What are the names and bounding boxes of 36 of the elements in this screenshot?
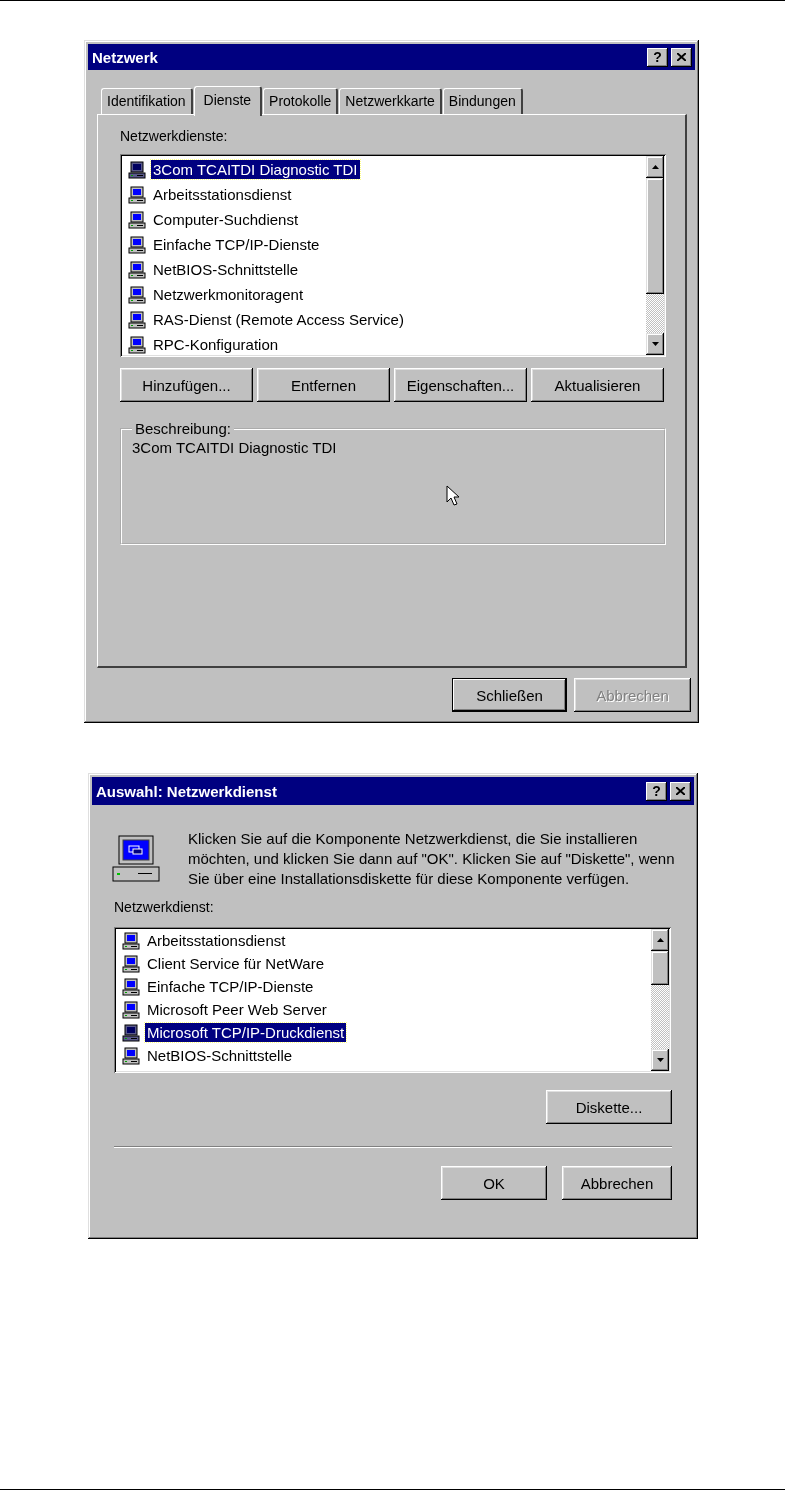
tab[interactable]: Identifikation — [101, 88, 193, 114]
list-item[interactable]: NetBIOS-Schnittstelle — [145, 1046, 295, 1065]
window-title: Auswahl: Netzwerkdienst — [96, 782, 277, 800]
list-item[interactable]: Computer-Suchdienst — [151, 210, 301, 229]
dialog-button[interactable]: Abbrechen — [562, 1166, 672, 1200]
list-item[interactable]: Einfache TCP/IP-Dienste — [151, 235, 322, 254]
dialog-button[interactable]: OK — [441, 1166, 547, 1200]
window-title: Netzwerk — [92, 48, 158, 66]
action-button[interactable]: Aktualisieren — [531, 368, 664, 402]
disk-button[interactable]: Diskette... — [546, 1090, 672, 1124]
list-item[interactable]: RAS-Dienst (Remote Access Service) — [151, 310, 406, 329]
list-item[interactable]: NetBIOS-Schnittstelle — [151, 260, 301, 279]
help-button[interactable]: ? — [647, 47, 668, 67]
list-item[interactable]: 3Com TCAITDI Diagnostic TDI — [151, 160, 360, 179]
list-item[interactable]: Arbeitsstationsdienst — [151, 185, 294, 204]
dialog-button[interactable]: Schließen — [452, 678, 567, 712]
tab[interactable]: Bindungen — [442, 88, 523, 114]
list-item[interactable]: RPC-Konfiguration — [151, 335, 281, 354]
group-label: Beschreibung: — [134, 420, 232, 437]
action-button[interactable]: Entfernen — [257, 368, 390, 402]
list-item[interactable]: Microsoft Peer Web Server — [145, 1000, 329, 1019]
list-item[interactable]: Microsoft TCP/IP-Druckdienst — [145, 1023, 347, 1042]
action-button[interactable]: Eigenschaften... — [394, 368, 527, 402]
list-label: Netzwerkdienst: — [114, 898, 214, 917]
tab[interactable]: Dienste — [193, 86, 263, 116]
list-item[interactable]: Netzwerkmonitoragent — [151, 285, 306, 304]
list-label: Netzwerkdienste: — [120, 127, 229, 146]
instruction-text: Klicken Sie auf die Komponente Netzwerkdienst, die Sie installieren möchten, und klicken Sie dann auf "OK". Klicken Sie auf "Diskette", wenn Sie über eine Installationsdiskette für diese Komponente verfügen. — [188, 829, 676, 889]
list-item[interactable]: Arbeitsstationsdienst — [145, 931, 288, 950]
list-item[interactable]: Einfache TCP/IP-Dienste — [145, 977, 316, 996]
description-text: 3Com TCAITDI Diagnostic TDI — [132, 439, 338, 456]
tab[interactable]: Netzwerkkarte — [339, 88, 442, 114]
action-button[interactable]: Hinzufügen... — [120, 368, 253, 402]
list-item[interactable]: Client Service für NetWare — [145, 954, 326, 973]
help-button[interactable]: ? — [646, 781, 667, 801]
tab[interactable]: Protokolle — [263, 88, 339, 114]
